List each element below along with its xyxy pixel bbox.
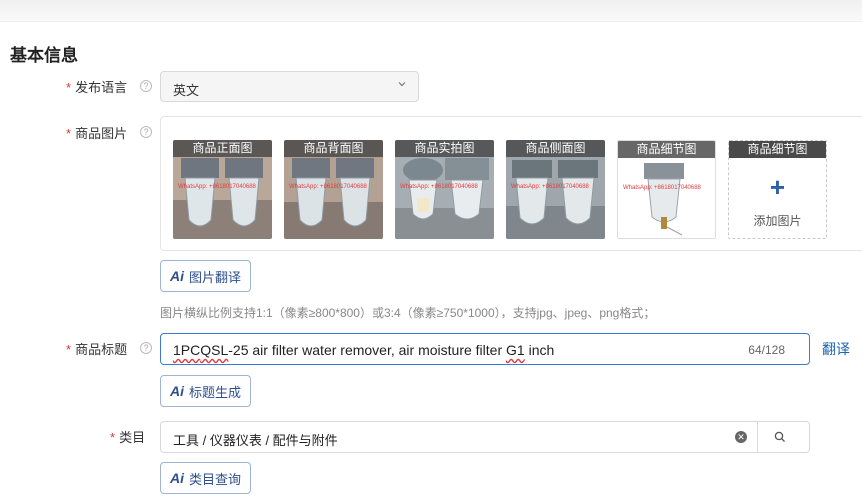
required-mark: * <box>66 342 72 357</box>
category-query-button[interactable]: Ai 类目查询 <box>160 462 252 494</box>
product-image-back[interactable]: 商品背面图 WhatsApp: +8618017040688 <box>284 140 383 239</box>
image-format-hint: 图片横纵比例支持1:1（像素≥800*800）或3:4（像素≥750*1000）… <box>160 306 656 320</box>
image-caption: 商品细节图 <box>618 141 715 158</box>
product-image-front[interactable]: 商品正面图 WhatsApp: +8618017040688 <box>173 140 272 239</box>
image-caption: 商品正面图 <box>173 140 272 157</box>
category-query-label: 类目查询 <box>189 471 242 487</box>
ai-icon: Ai <box>170 470 184 486</box>
image-translate-label: 图片翻译 <box>189 269 242 285</box>
image-caption: 商品实拍图 <box>395 140 494 157</box>
title-input[interactable]: 1PCQSL-25 air filter water remover, air … <box>160 333 810 365</box>
category-input[interactable]: 工具 / 仪器仪表 / 配件与附件 ✕ <box>160 421 810 453</box>
title-generate-label: 标题生成 <box>189 384 242 400</box>
title-label: * 商品标题 <box>66 342 128 357</box>
watermark-text: WhatsApp: +8618017040688 <box>511 184 589 190</box>
add-image-button[interactable]: 商品细节图 + 添加图片 <box>728 140 827 239</box>
section-title: 基本信息 <box>10 46 78 65</box>
required-mark: * <box>66 126 72 141</box>
language-label: * 发布语言 <box>66 80 128 95</box>
required-mark: * <box>66 80 72 95</box>
language-select[interactable]: 英文 <box>160 71 419 102</box>
images-label: * 商品图片 <box>66 126 128 141</box>
image-translate-button[interactable]: Ai 图片翻译 <box>160 260 252 292</box>
category-input-value: 工具 / 仪器仪表 / 配件与附件 <box>173 433 338 448</box>
language-select-value: 英文 <box>173 83 200 98</box>
help-icon[interactable]: ? <box>140 126 152 138</box>
ai-icon: Ai <box>170 268 184 284</box>
product-image-detail[interactable]: 商品细节图 WhatsApp: +8618017040688 <box>617 140 716 239</box>
add-image-label: 添加图片 <box>753 214 802 228</box>
category-label: * 类目 <box>110 430 146 445</box>
help-icon[interactable]: ? <box>140 342 152 354</box>
watermark-text: WhatsApp: +8618017040688 <box>289 184 367 190</box>
title-input-value: 1PCQSL-25 air filter water remover, air … <box>173 342 555 358</box>
image-caption: 商品侧面图 <box>506 140 605 157</box>
search-icon[interactable] <box>773 430 787 444</box>
required-mark: * <box>110 430 116 445</box>
chevron-down-icon <box>398 82 406 87</box>
product-image-side[interactable]: 商品侧面图 WhatsApp: +8618017040688 <box>506 140 605 239</box>
title-char-count: 64/128 <box>748 343 785 357</box>
watermark-text: WhatsApp: +8618017040688 <box>178 184 256 190</box>
image-caption: 商品背面图 <box>284 140 383 157</box>
plus-icon: + <box>769 172 786 202</box>
top-bar <box>0 0 862 22</box>
translate-link[interactable]: 翻译 <box>822 339 850 359</box>
watermark-text: WhatsApp: +8618017040688 <box>623 185 701 191</box>
title-generate-button[interactable]: Ai 标题生成 <box>160 375 252 407</box>
help-icon[interactable]: ? <box>140 80 152 92</box>
watermark-text: WhatsApp: +8618017040688 <box>400 184 478 190</box>
ai-icon: Ai <box>170 383 184 399</box>
image-caption: 商品细节图 <box>729 141 826 158</box>
clear-icon[interactable]: ✕ <box>735 431 747 443</box>
product-image-real[interactable]: 商品实拍图 WhatsApp: +8618017040688 <box>395 140 494 239</box>
divider <box>757 422 758 452</box>
